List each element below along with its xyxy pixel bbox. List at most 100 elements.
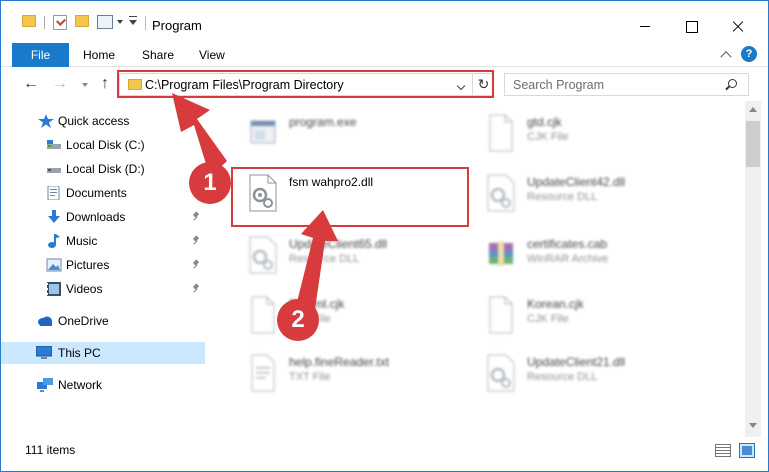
file-item[interactable]: gtd.cjk CJK File [475, 107, 713, 165]
sidebar-item-label: OneDrive [58, 314, 109, 328]
title-bar: Program [1, 1, 768, 41]
file-type: TXT File [289, 371, 331, 383]
tab-share[interactable]: Share [142, 43, 174, 67]
divider [145, 16, 146, 30]
dll-gear-icon [487, 354, 515, 392]
documents-icon [47, 186, 60, 200]
navigation-pane: Quick access Local Disk (C:) Local Disk … [1, 101, 207, 437]
window-title: Program [152, 18, 202, 33]
dll-gear-icon [249, 236, 277, 274]
drive-icon [47, 168, 61, 173]
folder-icon[interactable] [22, 15, 36, 27]
minimize-button[interactable] [623, 11, 669, 41]
file-highlight [231, 167, 469, 227]
sidebar-item-network[interactable]: Network [1, 374, 205, 396]
search-input[interactable] [513, 77, 713, 93]
file-type: CJK File [527, 313, 569, 325]
ribbon: File Home Share View ? [1, 41, 768, 67]
file-item[interactable]: Enhtml.cjk CJK File [237, 289, 475, 347]
file-item[interactable]: certificates.cab WinRAR Archive [475, 229, 713, 287]
computer-icon [36, 346, 52, 359]
scroll-thumb[interactable] [746, 121, 760, 167]
videos-icon [47, 282, 61, 296]
sidebar-item-this-pc[interactable]: This PC [1, 342, 205, 364]
forward-button[interactable]: → [51, 75, 69, 93]
pin-icon[interactable] [193, 236, 199, 245]
scroll-down-icon[interactable] [749, 423, 757, 428]
sidebar-item-pictures[interactable]: Pictures [1, 254, 205, 276]
file-item[interactable]: Korean.cjk CJK File [475, 289, 713, 347]
sidebar-item-documents[interactable]: Documents [1, 182, 205, 204]
file-type: Resource DLL [289, 253, 360, 265]
star-icon [38, 114, 54, 128]
sidebar-item-label: Videos [66, 282, 103, 296]
file-icon [489, 296, 513, 334]
pin-icon[interactable] [193, 212, 199, 221]
sidebar-item-local-disk-d[interactable]: Local Disk (D:) [1, 158, 205, 180]
sidebar-item-label: Local Disk (C:) [66, 138, 145, 152]
file-item[interactable]: program.exe [237, 107, 475, 165]
maximize-button[interactable] [669, 11, 715, 41]
sidebar-item-label: This PC [58, 346, 101, 360]
divider [44, 16, 45, 29]
file-type: Resource DLL [527, 371, 598, 383]
file-item[interactable]: UpdateClient42.dll Resource DLL [475, 167, 713, 225]
sidebar-item-videos[interactable]: Videos [1, 278, 205, 300]
file-item[interactable]: UpdateClient65.dll Resource DLL [237, 229, 475, 287]
sidebar-item-onedrive[interactable]: OneDrive [1, 310, 205, 332]
tab-view[interactable]: View [199, 43, 225, 67]
sidebar-item-local-disk-c[interactable]: Local Disk (C:) [1, 134, 205, 156]
file-icon [251, 296, 275, 334]
file-item[interactable]: UpdateClient21.dll Resource DLL [475, 347, 713, 405]
customize-toolbar-icon[interactable] [129, 16, 137, 26]
exe-icon [250, 120, 276, 144]
sidebar-item-label: Local Disk (D:) [66, 162, 145, 176]
file-name: Korean.cjk [527, 297, 584, 311]
up-button[interactable]: ↑ [98, 75, 112, 93]
search-box[interactable] [504, 73, 749, 96]
tab-home[interactable]: Home [83, 43, 115, 67]
file-item[interactable]: help.fineReader.txt TXT File [237, 347, 475, 405]
sidebar-item-downloads[interactable]: Downloads [1, 206, 205, 228]
search-icon[interactable] [728, 79, 737, 88]
file-name: certificates.cab [527, 237, 608, 251]
file-icon [489, 114, 513, 152]
scroll-up-icon[interactable] [749, 107, 757, 112]
file-name: UpdateClient42.dll [527, 175, 626, 189]
close-button[interactable] [715, 11, 761, 41]
back-button[interactable]: ← [22, 75, 40, 93]
tab-file[interactable]: File [12, 43, 69, 67]
file-type: CJK File [527, 131, 569, 143]
vertical-scrollbar[interactable] [745, 101, 761, 437]
expand-ribbon-icon[interactable] [720, 51, 732, 63]
view-options-icon[interactable] [97, 15, 113, 29]
pin-icon[interactable] [193, 260, 199, 269]
recent-locations-icon[interactable] [82, 83, 88, 87]
file-type: WinRAR Archive [527, 253, 609, 265]
sidebar-item-quick-access[interactable]: Quick access [1, 110, 205, 132]
details-view-icon[interactable] [715, 444, 731, 457]
sidebar-item-label: Downloads [66, 210, 126, 224]
chevron-down-icon[interactable] [117, 20, 123, 24]
file-name: help.fineReader.txt [289, 355, 390, 369]
large-icons-view-icon[interactable] [739, 443, 755, 458]
file-type: Resource DLL [527, 191, 598, 203]
sidebar-item-label: Quick access [58, 114, 130, 128]
file-name: UpdateClient65.dll [289, 237, 388, 251]
pin-icon[interactable] [193, 284, 199, 293]
music-icon [48, 234, 60, 248]
file-name: program.exe [289, 115, 357, 129]
cloud-icon [38, 316, 52, 326]
properties-check-icon[interactable] [53, 15, 67, 30]
txt-icon [251, 354, 275, 392]
sidebar-item-music[interactable]: Music [1, 230, 205, 252]
sidebar-item-label: Network [58, 378, 103, 392]
new-folder-icon[interactable] [75, 15, 89, 27]
file-name: UpdateClient21.dll [527, 355, 626, 369]
network-icon [37, 378, 53, 392]
sidebar-item-label: Pictures [66, 258, 110, 272]
item-count: 111 items [25, 443, 76, 457]
help-icon[interactable]: ? [741, 46, 757, 62]
download-icon [48, 210, 60, 223]
explorer-window: Program File Home Share View ? ← → ↑ C:\… [0, 0, 769, 472]
